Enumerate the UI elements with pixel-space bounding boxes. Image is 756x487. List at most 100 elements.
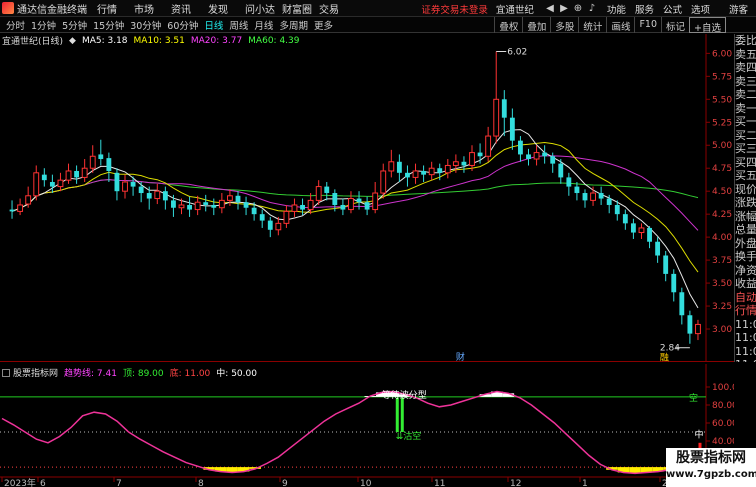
indicator-tick-label: 60.00 bbox=[712, 419, 734, 429]
high-label: 6.02 bbox=[507, 48, 527, 58]
quote-panel-item: 总量 bbox=[735, 223, 756, 236]
tool-overlay[interactable]: 叠加 bbox=[522, 17, 550, 33]
quote-panel-item: 11:0 bbox=[735, 317, 756, 331]
quote-panel-item: 买四 bbox=[735, 155, 756, 169]
period-multi[interactable]: 多周期 bbox=[279, 18, 308, 32]
signal-bar bbox=[400, 397, 404, 432]
indicator-chart[interactable]: 100.0080.0060.0040.0020.00等待波分型⇊沽空中空2023… bbox=[0, 364, 734, 487]
stock-link[interactable]: 宜通世纪 bbox=[496, 2, 534, 16]
main-menu: 行情 市场 资讯 发现 问小达 财富圈 交易 bbox=[97, 1, 356, 16]
menu-item-ask[interactable]: 问小达 bbox=[245, 1, 282, 16]
menu-item-wealth[interactable]: 财富圈 bbox=[282, 1, 319, 16]
watermark: 股票指标网 www.7gpzb.com bbox=[666, 448, 756, 487]
top-label: 顶: 89.00 bbox=[122, 369, 164, 379]
date-label: 9 bbox=[282, 479, 288, 487]
quote-panel-item: 卖三 bbox=[735, 74, 756, 88]
period-5min[interactable]: 5分钟 bbox=[62, 18, 87, 32]
low-label: 2.84 bbox=[660, 344, 680, 354]
quote-panel: 委比 卖五 卖四 卖三 卖二 卖一 买一 买二 买三 买四 买五 现价 涨跌 涨幅 总量 外盘 换手 净资 收益 自动… bbox=[734, 34, 756, 362]
period-weekly[interactable]: 周线 bbox=[229, 18, 248, 32]
date-label: 10 bbox=[360, 479, 372, 487]
app-title: 通达信金融终端 bbox=[17, 4, 87, 16]
menu-item-trade[interactable]: 交易 bbox=[319, 1, 356, 16]
period-1min[interactable]: 1分钟 bbox=[31, 18, 56, 32]
tool-draw-line[interactable]: 画线 bbox=[606, 17, 634, 33]
tool-multi-stock[interactable]: 多股 bbox=[550, 17, 578, 33]
y-tick-label: 4.50 bbox=[712, 187, 732, 197]
quote-panel-item: 净资 bbox=[735, 263, 756, 277]
quote-panel-item: 行情 bbox=[735, 304, 756, 317]
mid-label: 中: 50.00 bbox=[216, 369, 257, 379]
forward-icon[interactable]: ▶ bbox=[557, 3, 571, 14]
menu-item-news[interactable]: 资讯 bbox=[171, 1, 208, 16]
user-label[interactable]: 游客 bbox=[729, 2, 748, 16]
candlestick-chart[interactable]: 6.00 5.75 5.50 5.25 5.00 4.75 4.50 4.25 4.00 3.75… bbox=[0, 34, 734, 362]
period-more[interactable]: 更多 bbox=[314, 18, 333, 32]
login-status[interactable]: 证券交易未登录 bbox=[421, 2, 488, 16]
quote-panel-item: 自动 bbox=[735, 290, 756, 304]
quote-panel-item: 买五 bbox=[735, 169, 756, 182]
indicator-header: 股票指标网 趋势线: 7.41 顶: 89.00 底: 11.00 中: 50.… bbox=[0, 366, 257, 379]
period-30min[interactable]: 30分钟 bbox=[130, 18, 161, 32]
nav-icon[interactable]: ⊕ bbox=[571, 3, 585, 14]
menu-function[interactable]: 功能 bbox=[607, 2, 626, 16]
ma10-label: MA10: 3.51 bbox=[133, 35, 185, 46]
period-timeshare[interactable]: 分时 bbox=[6, 18, 25, 32]
date-label: 8 bbox=[198, 479, 204, 487]
quote-panel-item: 外盘 bbox=[735, 236, 756, 250]
quote-panel-item: 卖二 bbox=[735, 88, 756, 101]
quote-panel-item: 换手 bbox=[735, 250, 756, 263]
quote-panel-item: 11:0 bbox=[735, 331, 756, 344]
signal-short-label: ⇊沽空 bbox=[396, 430, 422, 442]
title-bar: 通达信金融终端 行情 市场 资讯 发现 问小达 财富圈 交易 证券交易未登录 宜… bbox=[0, 0, 756, 17]
y-tick-label: 3.75 bbox=[712, 256, 732, 266]
signal-bar bbox=[395, 397, 399, 432]
period-15min[interactable]: 15分钟 bbox=[93, 18, 124, 32]
bell-icon[interactable]: ♪ bbox=[585, 3, 599, 14]
signal-wait-label: 等待波分型 bbox=[382, 389, 427, 401]
menu-formula[interactable]: 公式 bbox=[663, 2, 682, 16]
trend-label: 趋势线: 7.41 bbox=[64, 369, 117, 379]
period-monthly[interactable]: 月线 bbox=[254, 18, 273, 32]
back-icon[interactable]: ◀ bbox=[543, 3, 557, 14]
y-tick-label: 3.50 bbox=[712, 279, 732, 289]
finance-mark-2[interactable]: 融 bbox=[660, 353, 669, 362]
finance-mark[interactable]: 财 bbox=[456, 351, 465, 362]
date-label: 6 bbox=[40, 479, 46, 487]
quote-panel-item: 涨幅 bbox=[735, 209, 756, 223]
menu-options[interactable]: 选项 bbox=[691, 2, 710, 16]
y-tick-label: 3.00 bbox=[712, 325, 732, 335]
signal-mid-label: 中 bbox=[694, 428, 703, 440]
indicator-settings-icon[interactable] bbox=[2, 368, 10, 377]
period-daily[interactable]: 日线 bbox=[204, 18, 223, 32]
indicator-name[interactable]: 股票指标网 bbox=[13, 366, 58, 379]
ma-icon: ◆ bbox=[69, 35, 76, 46]
y-tick-label: 4.25 bbox=[712, 210, 732, 220]
menu-service[interactable]: 服务 bbox=[635, 2, 654, 16]
quote-panel-item: 11:0 bbox=[735, 344, 756, 358]
menu-item-market[interactable]: 行情 bbox=[97, 1, 134, 16]
watermark-title: 股票指标网 bbox=[676, 450, 746, 466]
date-label: 2023年 bbox=[4, 477, 36, 487]
add-watchlist-button[interactable]: +自选 bbox=[689, 17, 726, 34]
y-tick-label: 6.00 bbox=[712, 49, 732, 59]
menu-item-exchange[interactable]: 市场 bbox=[134, 1, 171, 16]
ma20-label: MA20: 3.77 bbox=[190, 35, 243, 46]
quote-panel-item: 涨跌 bbox=[735, 196, 756, 209]
period-60min[interactable]: 60分钟 bbox=[167, 18, 198, 32]
tool-f10[interactable]: F10 bbox=[634, 17, 661, 33]
quote-panel-item: 11:0 bbox=[735, 358, 756, 362]
quote-panel-item: 收益 bbox=[735, 277, 756, 290]
indicator-tick-label: 100.00 bbox=[712, 383, 734, 393]
tool-mark[interactable]: 标记 bbox=[661, 17, 689, 33]
quote-panel-item: 卖一 bbox=[735, 101, 756, 115]
y-tick-label: 5.75 bbox=[712, 72, 732, 82]
stock-name: 宜通世纪(日线) bbox=[2, 37, 64, 47]
date-label: 11 bbox=[434, 479, 445, 487]
bottom-label: 底: 11.00 bbox=[169, 369, 211, 379]
ma60-label: MA60: 4.39 bbox=[248, 35, 300, 46]
date-label: 1 bbox=[582, 479, 588, 487]
menu-item-discover[interactable]: 发现 bbox=[208, 1, 245, 16]
tool-rights[interactable]: 叠权 bbox=[494, 17, 522, 33]
tool-statistics[interactable]: 统计 bbox=[578, 17, 606, 33]
